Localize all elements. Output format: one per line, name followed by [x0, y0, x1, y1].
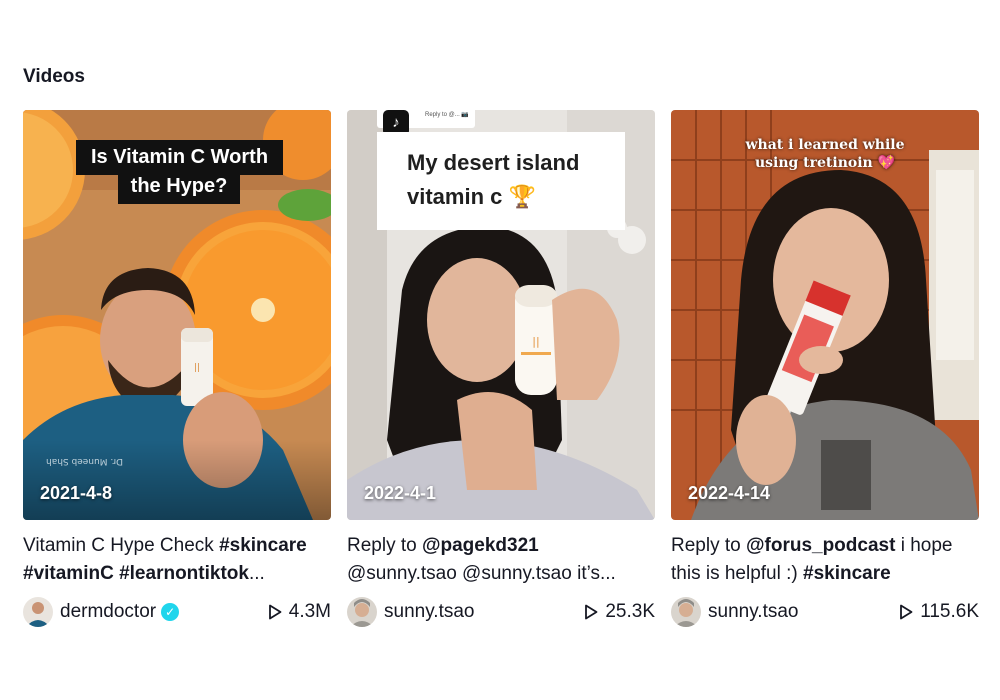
play-icon [900, 604, 913, 620]
video-date: 2021-4-8 [40, 483, 113, 503]
mention-link[interactable]: @pagekd321 [422, 535, 539, 556]
verified-badge-icon: ✓ [161, 603, 180, 621]
video-description[interactable]: Reply to @pagekd321 @sunny.tsao @sunny.t… [347, 532, 655, 588]
video-card[interactable]: what i learned while using tretinoin 💖 2… [671, 110, 979, 627]
video-card[interactable]: || Dr. Muneeb Shah Is Vitamin C Worth th… [23, 110, 331, 627]
svg-text:||: || [194, 363, 200, 373]
video-meta: sunny.tsao 25.3K [347, 597, 655, 627]
avatar[interactable] [347, 597, 377, 627]
view-count: 115.6K [899, 601, 979, 623]
avatar[interactable] [671, 597, 701, 627]
mention-link[interactable]: @forus_podcast [746, 535, 895, 556]
hashtag-link[interactable]: #skincare [803, 563, 891, 584]
video-caption-overlay-line2: the Hype? [118, 169, 240, 204]
view-count: 25.3K [584, 601, 655, 623]
video-meta: sunny.tsao 115.6K [671, 597, 979, 627]
svg-text:||: || [532, 335, 539, 348]
video-thumbnail[interactable]: || Reply to @... 📷 ♪ My desert island vi… [347, 110, 655, 520]
author-name[interactable]: sunny.tsao [384, 601, 474, 623]
video-caption-overlay: what i learned while using tretinoin 💖 [745, 137, 905, 171]
video-thumbnail[interactable]: || Dr. Muneeb Shah Is Vitamin C Worth th… [23, 110, 331, 520]
video-caption-overlay: My desert island vitamin c 🏆 [377, 132, 625, 230]
author-name[interactable]: sunny.tsao [708, 601, 798, 623]
video-date: 2022-4-14 [688, 483, 771, 503]
section-title: Videos [23, 66, 85, 87]
video-description[interactable]: Reply to @forus_podcast i hope this is h… [671, 532, 979, 588]
author-name[interactable]: dermdoctor ✓ [60, 601, 180, 623]
play-icon [268, 604, 282, 620]
play-icon [585, 604, 598, 620]
view-count: 4.3M [268, 601, 331, 623]
video-meta: dermdoctor ✓ 4.3M [23, 597, 331, 627]
hashtag-link[interactable]: #vitaminC #learnontiktok [23, 563, 249, 584]
video-card[interactable]: || Reply to @... 📷 ♪ My desert island vi… [347, 110, 655, 627]
hashtag-link[interactable]: #skincare [219, 535, 307, 556]
video-description[interactable]: Vitamin C Hype Check #skincare #vitaminC… [23, 532, 331, 588]
avatar[interactable] [23, 597, 53, 627]
video-thumbnail[interactable]: what i learned while using tretinoin 💖 2… [671, 110, 979, 520]
video-date: 2022-4-1 [364, 483, 437, 503]
